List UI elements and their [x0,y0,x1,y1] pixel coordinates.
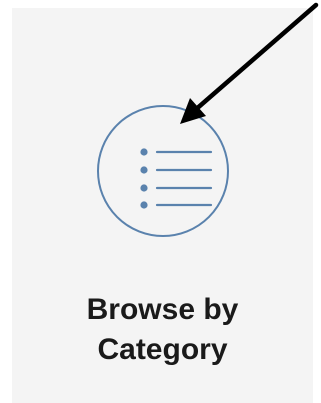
card-label: Browse by Category [12,290,313,370]
card-label-line-2: Category [97,333,228,366]
card-label-line-1: Browse by [86,293,239,326]
list-icon [97,105,229,237]
page: Browse by Category [0,0,321,403]
browse-by-category-card[interactable]: Browse by Category [12,8,313,403]
